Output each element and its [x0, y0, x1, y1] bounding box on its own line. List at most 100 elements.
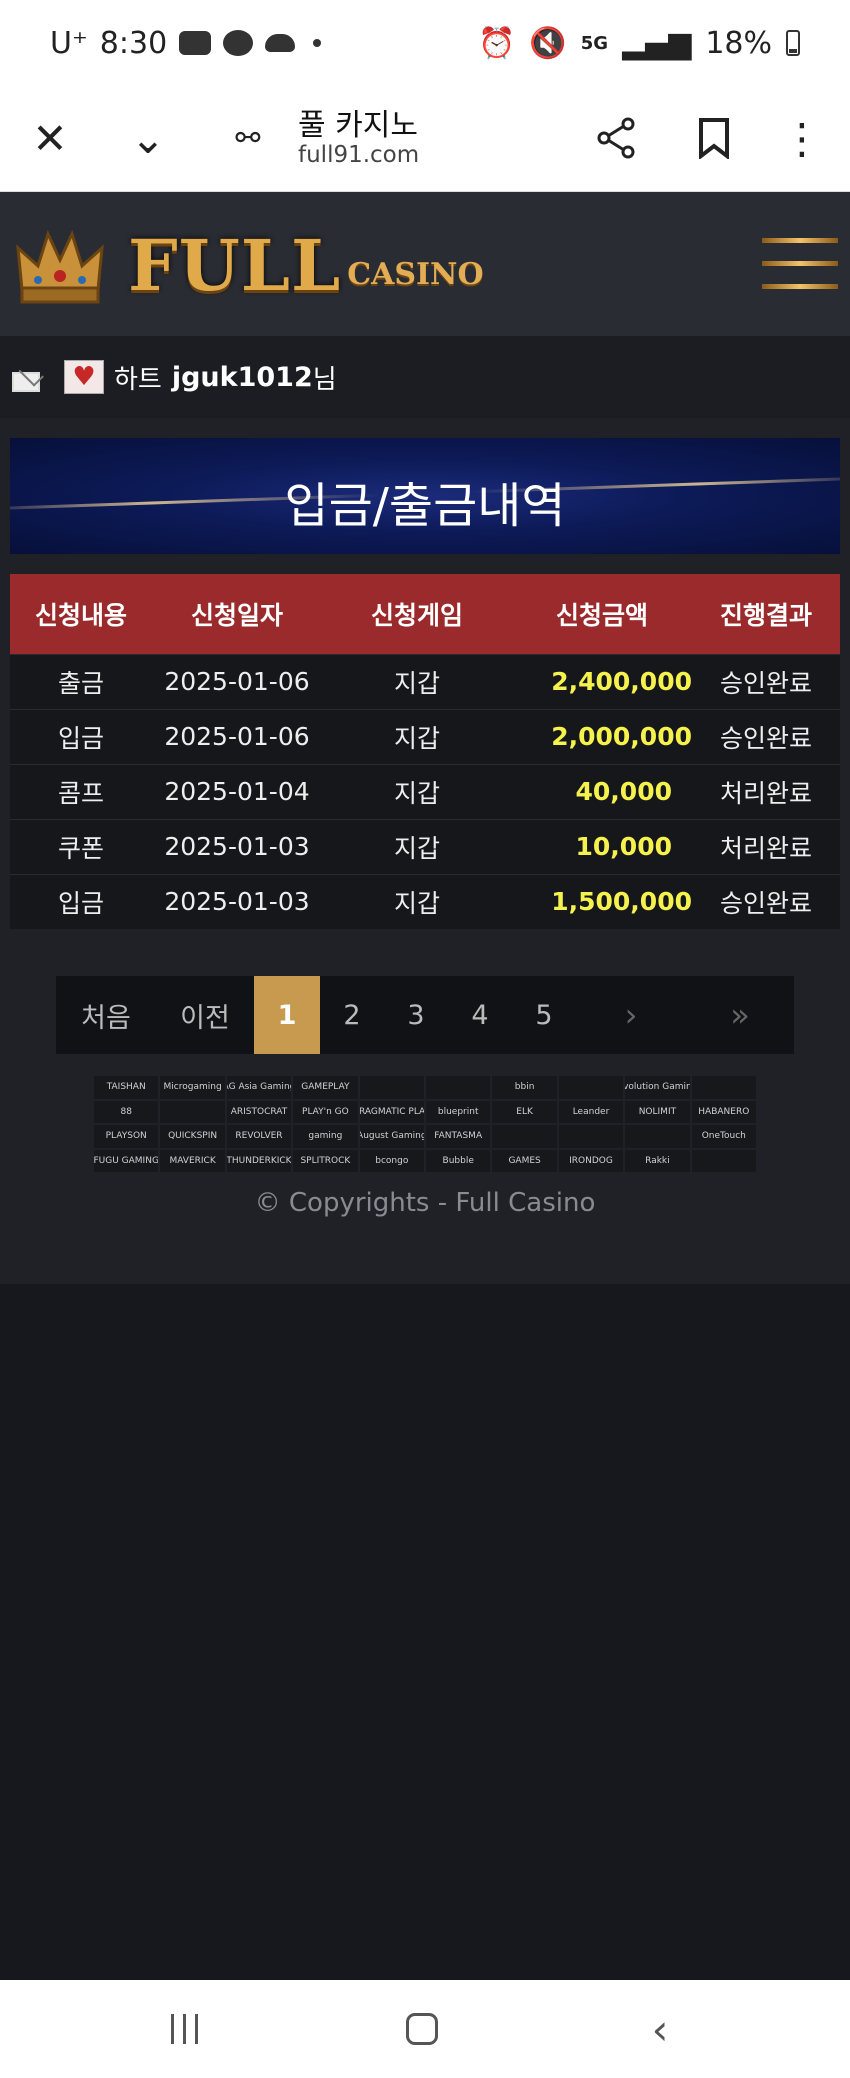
provider-logo: FUGU GAMING — [94, 1149, 159, 1172]
cell-game: 지갑 — [322, 818, 512, 874]
provider-logo — [426, 1076, 491, 1099]
mail-icon[interactable] — [12, 372, 40, 392]
user-id: jguk1012 — [171, 361, 313, 393]
transaction-table: 신청내용 신청일자 신청게임 신청금액 진행결과 출금 2025-01-06 지… — [10, 574, 840, 929]
alarm-icon: ⏰ — [478, 25, 516, 61]
provider-logo: bcongo — [359, 1149, 424, 1172]
provider-logos-grid: TAISHANMicrogamingAG Asia GamingGAMEPLAY… — [94, 1076, 756, 1172]
table-row: 콤프 2025-01-04 지갑 40,000 처리완료 — [10, 763, 840, 819]
page-heading: 입금/출금내역 — [284, 478, 566, 534]
provider-logo: ARISTOCRAT — [226, 1100, 292, 1123]
provider-logo — [691, 1149, 756, 1172]
table-row: 쿠폰 2025-01-03 지갑 10,000 처리완료 — [10, 818, 840, 874]
provider-logo: GAMES — [492, 1149, 557, 1172]
provider-logo: HABANERO — [691, 1100, 756, 1123]
site-header: FULL CASINO — [0, 192, 850, 336]
page-banner: 입금/출금내역 — [10, 438, 840, 554]
column-header-type: 신청내용 — [10, 574, 152, 654]
url-label[interactable]: full91.com — [298, 142, 419, 168]
table-header-row: 신청내용 신청일자 신청게임 신청금액 진행결과 — [10, 574, 840, 654]
page-last-button[interactable]: » — [686, 976, 794, 1054]
cell-result: 승인완료 — [692, 873, 840, 929]
provider-logo: QUICKSPIN — [160, 1125, 225, 1148]
column-header-amount: 신청금액 — [512, 574, 692, 654]
recent-apps-icon[interactable] — [154, 2004, 214, 2054]
page-3-button[interactable]: 3 — [384, 976, 448, 1054]
cell-result: 처리완료 — [692, 763, 840, 819]
provider-logo: GAMEPLAY — [293, 1076, 358, 1099]
copyright-text: © Copyrights - Full Casino — [254, 1188, 596, 1218]
system-navigation-bar: ‹ — [0, 1980, 850, 2078]
bookmark-icon[interactable] — [684, 108, 744, 168]
page-next-button[interactable]: › — [576, 976, 686, 1054]
cell-game: 지갑 — [322, 763, 512, 819]
back-icon[interactable]: ‹ — [630, 2004, 690, 2054]
carrier-label: U⁺ — [50, 25, 88, 61]
site-logo[interactable]: FULL CASINO — [12, 220, 484, 310]
cell-amount: 40,000 — [512, 763, 692, 819]
close-icon[interactable]: ✕ — [20, 108, 80, 168]
page-1-button[interactable]: 1 — [254, 976, 320, 1054]
cell-date: 2025-01-03 — [152, 873, 322, 929]
more-options-icon[interactable]: ⋮ — [772, 108, 832, 168]
provider-logo — [691, 1076, 756, 1099]
provider-logo — [558, 1076, 624, 1099]
cell-amount: 2,400,000 — [512, 653, 692, 709]
cloud-icon — [265, 34, 296, 52]
cell-date: 2025-01-03 — [152, 818, 322, 874]
provider-logo: TAISHAN — [94, 1076, 159, 1099]
heart-level-icon: ♥ — [64, 360, 104, 394]
provider-logo: gaming — [293, 1125, 358, 1148]
provider-logo: IRONDOG — [558, 1149, 624, 1172]
home-icon[interactable] — [392, 2004, 452, 2054]
provider-logo: August Gaming — [359, 1125, 424, 1148]
cell-type: 쿠폰 — [10, 818, 152, 874]
user-honorific: 님 — [312, 364, 337, 395]
provider-logo: OneTouch — [691, 1125, 756, 1148]
column-header-date: 신청일자 — [152, 574, 322, 654]
provider-logo — [492, 1125, 557, 1148]
cell-date: 2025-01-06 — [152, 653, 322, 709]
site-settings-icon[interactable]: ⚯ — [218, 108, 278, 168]
signal-icon: ▂▄▆ — [622, 25, 692, 61]
cell-result: 승인완료 — [692, 708, 840, 764]
cell-result: 처리완료 — [692, 818, 840, 874]
page-5-button[interactable]: 5 — [512, 976, 576, 1054]
provider-logo: MAVERICK — [160, 1149, 225, 1172]
provider-logo: ELK — [492, 1100, 557, 1123]
provider-logo: 88 — [94, 1100, 159, 1123]
hamburger-menu-icon[interactable] — [762, 238, 838, 292]
clock: 8:30 — [99, 25, 168, 61]
provider-logo: blueprint — [426, 1100, 491, 1123]
cell-date: 2025-01-04 — [152, 763, 322, 819]
provider-logo: AG Asia Gaming — [226, 1076, 292, 1099]
user-level: 하트 — [114, 364, 162, 395]
cell-result: 승인완료 — [692, 653, 840, 709]
page-prev-button[interactable]: 이전 — [156, 976, 254, 1054]
cell-game: 지갑 — [322, 708, 512, 764]
network-type: 5G — [580, 32, 609, 54]
youtube-icon — [179, 31, 212, 55]
provider-logo — [558, 1125, 624, 1148]
page-first-button[interactable]: 처음 — [56, 976, 156, 1054]
provider-logo: SPLITROCK — [293, 1149, 358, 1172]
cell-type: 출금 — [10, 653, 152, 709]
browser-toolbar: ✕ ⌄ ⚯ 풀 카지노 full91.com ⋮ — [0, 86, 850, 192]
provider-logo — [160, 1100, 225, 1123]
talk-icon — [223, 30, 254, 56]
provider-logo: Microgaming — [160, 1076, 225, 1099]
logo-casino-text: CASINO — [347, 256, 484, 292]
provider-logo: THUNDERKICK — [226, 1149, 292, 1172]
battery-percent: 18% — [705, 25, 772, 61]
share-icon[interactable] — [586, 108, 646, 168]
chevron-down-icon[interactable]: ⌄ — [118, 108, 178, 168]
cell-game: 지갑 — [322, 873, 512, 929]
notification-dot-icon — [313, 39, 322, 47]
column-header-game: 신청게임 — [322, 574, 512, 654]
cell-type: 입금 — [10, 708, 152, 764]
pagination: 처음 이전 1 2 3 4 5 › » — [56, 976, 794, 1054]
provider-logo: FANTASMA — [426, 1125, 491, 1148]
provider-logo: Leander — [558, 1100, 624, 1123]
page-2-button[interactable]: 2 — [320, 976, 384, 1054]
page-4-button[interactable]: 4 — [448, 976, 512, 1054]
